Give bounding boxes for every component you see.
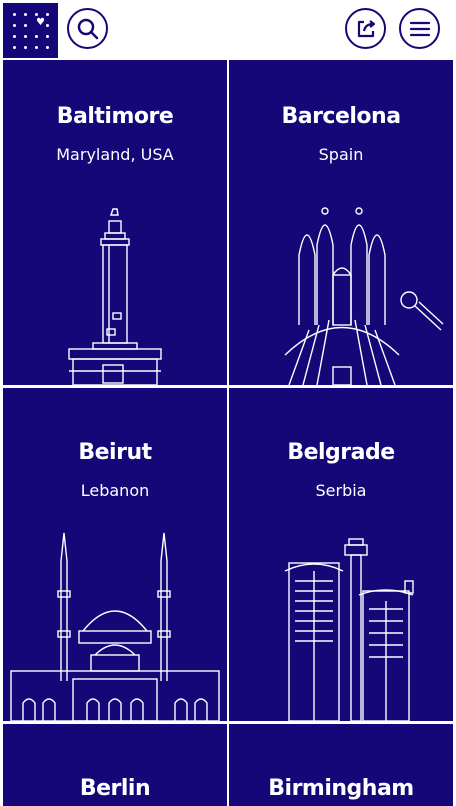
city-tile-baltimore[interactable]: Baltimore Maryland, USA [3,60,227,385]
share-button[interactable] [345,8,386,49]
logo-dot [13,46,16,49]
share-icon [357,19,375,37]
logo-dot [13,24,16,27]
city-name: Berlin [79,776,151,801]
beirut-mosque-illustration [10,532,220,721]
logo-dot [46,46,49,49]
city-name: Belgrade [287,440,395,465]
city-region: Lebanon [80,481,150,500]
logo-dot [46,13,49,16]
city-tile-belgrade[interactable]: Belgrade Serbia [229,388,453,721]
logo-dot [24,24,27,27]
logo-dot [24,13,27,16]
search-icon [77,18,98,39]
city-tile-barcelona[interactable]: Barcelona Spain [229,60,453,385]
city-region: Spain [318,145,364,164]
menu-button[interactable] [399,8,440,49]
city-region: Maryland, USA [56,145,174,164]
city-name: Barcelona [281,104,401,129]
heart-icon: ♥ [36,17,45,28]
city-tile-birmingham[interactable]: Birmingham [229,724,453,806]
logo-dot [46,24,49,27]
logo-dot [35,35,38,38]
city-grid: Baltimore Maryland, USA Barcelona Spain [3,60,453,806]
city-name: Beirut [78,440,152,465]
logo-dot [35,13,38,16]
logo-icon[interactable]: ♥ [3,3,58,58]
logo-dot [13,13,16,16]
belgrade-towers-illustration [284,538,414,721]
baltimore-monument-illustration [68,208,162,385]
logo-dot [24,46,27,49]
city-name: Baltimore [56,104,174,129]
hamburger-menu-icon [409,21,430,36]
logo-dot [46,35,49,38]
city-tile-beirut[interactable]: Beirut Lebanon [3,388,227,721]
sagrada-familia-illustration [284,207,444,385]
city-region: Serbia [315,481,367,500]
top-bar: ♥ [0,0,456,60]
city-tile-berlin[interactable]: Berlin [3,724,227,806]
city-name: Birmingham [268,776,414,801]
search-button[interactable] [67,8,108,49]
logo-dot [24,35,27,38]
logo-dot [13,35,16,38]
logo-dot [35,46,38,49]
